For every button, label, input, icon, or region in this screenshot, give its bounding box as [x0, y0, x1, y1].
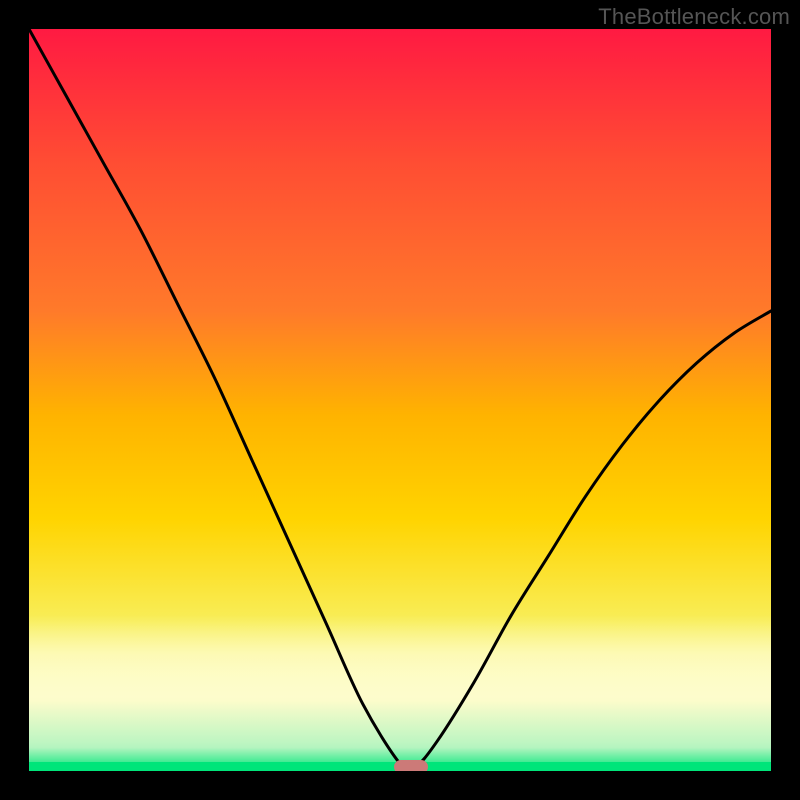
plot-area: [29, 29, 771, 771]
green-baseline: [29, 762, 771, 771]
pale-band: [29, 615, 771, 771]
watermark-text: TheBottleneck.com: [598, 4, 790, 30]
chart-frame: TheBottleneck.com: [0, 0, 800, 800]
